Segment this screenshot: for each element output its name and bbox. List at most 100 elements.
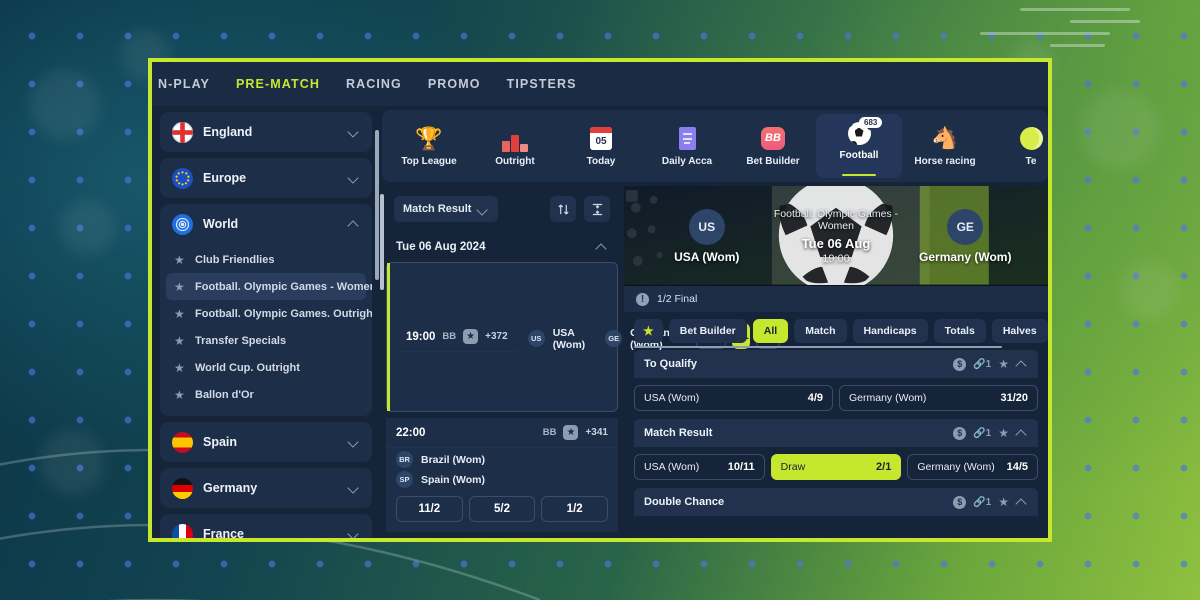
chevron-down-icon [348,436,360,448]
tab-halves[interactable]: Halves [991,319,1048,343]
topnav-item-pre-match[interactable]: PRE-MATCH [236,77,320,91]
odd-button-draw[interactable]: 5/2 [468,496,536,522]
league-item-world-cup-outright[interactable]: ★ World Cup. Outright [166,354,366,381]
odd-button-home[interactable]: 11/2 [396,496,463,522]
info-icon: ! [636,292,649,306]
banner-event-info: Football. Olympic Games - Women Tue 06 A… [762,208,911,265]
star-icon[interactable]: ★ [174,281,186,293]
tab-all[interactable]: All [752,319,789,343]
selection-button[interactable]: Germany (Wom) 31/20 [839,385,1038,411]
category-football[interactable]: 683 Football [816,114,902,178]
category-bet-builder[interactable]: BB Bet Builder [730,126,816,167]
star-icon[interactable]: ★ [174,335,186,347]
collapse-all-button[interactable] [584,196,610,222]
match-team-home: BR Brazil (Wom) [386,448,618,468]
region-header-world[interactable]: World [160,204,372,244]
tab-handicaps[interactable]: Handicaps [852,319,928,343]
market-filter-value: Match Result [403,203,472,215]
market-filter-dropdown[interactable]: Match Result [394,196,499,222]
match-list-scrollbar[interactable] [380,194,384,290]
market-header[interactable]: Match Result $ 🔗1 ★ [634,419,1038,447]
league-item-olympic-games-outright[interactable]: ★ Football. Olympic Games. Outright [166,300,372,327]
region-header-spain[interactable]: Spain [160,422,372,462]
league-item-ballon-dor[interactable]: ★ Ballon d'Or [166,381,366,408]
selection-button[interactable]: USA (Wom) 10/11 [634,454,765,480]
cashout-icon[interactable]: $ [953,426,967,440]
germany-flag-icon [172,477,193,499]
league-item-olympic-games-women[interactable]: ★ Football. Olympic Games - Women [166,273,372,300]
team-name: Brazil (Wom) [421,453,485,466]
date-group-header[interactable]: Tue 06 Aug 2024 [386,232,618,262]
region-label-spain: Spain [203,435,238,449]
cashout-icon[interactable]: $ [953,357,967,371]
odd-button-away[interactable]: 1/2 [541,496,609,522]
more-markets-count[interactable]: +341 [585,427,608,438]
region-header-france[interactable]: France [160,514,372,538]
chevron-up-icon[interactable] [1016,427,1028,439]
league-label: Ballon d'Or [195,388,254,401]
bet-builder-tag[interactable]: BB [543,427,557,438]
category-outright[interactable]: Outright [472,126,558,167]
link-icon[interactable]: 🔗1 [973,497,991,508]
league-item-transfer-specials[interactable]: ★ Transfer Specials [166,327,366,354]
league-item-club-friendlies[interactable]: ★ Club Friendlies [166,246,366,273]
selection-button[interactable]: USA (Wom) 4/9 [634,385,833,411]
event-time: 19:00 [822,252,850,265]
topnav-item-promo[interactable]: PROMO [428,77,481,91]
tennis-icon [988,126,1048,152]
region-header-europe[interactable]: Europe [160,158,372,198]
chevron-up-icon[interactable] [1016,358,1028,370]
tabs-scroll-indicator[interactable] [634,346,1002,348]
star-icon[interactable]: ★ [998,496,1009,508]
category-label: Te [1025,155,1037,167]
chevron-down-icon [477,204,489,214]
star-icon[interactable]: ★ [174,389,186,401]
favourite-star-icon[interactable]: ★ [563,425,579,440]
tab-bet-builder[interactable]: Bet Builder [668,319,747,343]
tab-totals[interactable]: Totals [933,319,986,343]
topnav-item-in-play[interactable]: N-PLAY [158,77,210,91]
match-card-usa-germany[interactable]: 19:00 BB ★ +372 US USA (Wom) GE Germany … [386,262,781,412]
category-today[interactable]: 05 Today [558,126,644,167]
link-icon[interactable]: 🔗1 [973,428,991,439]
selection-button-draw[interactable]: Draw 2/1 [770,454,902,480]
market-header[interactable]: Double Chance $ 🔗1 ★ [634,488,1038,516]
region-header-england[interactable]: England [160,112,372,152]
category-top-league[interactable]: 🏆 Top League [386,126,472,167]
category-tennis[interactable]: Te [988,126,1048,167]
category-horse-racing[interactable]: 🐴 Horse racing [902,126,988,167]
match-card-brazil-spain[interactable]: 22:00 BB ★ +341 BR Brazil (Wom) SP Spain… [386,418,618,532]
match-list-controls: Match Result [386,186,618,232]
link-count: 1 [985,496,992,508]
region-header-germany[interactable]: Germany [160,468,372,508]
selection-name: USA (Wom) [644,461,700,473]
star-icon[interactable]: ★ [174,254,186,266]
selection-name: Germany (Wom) [917,461,995,473]
europe-flag-icon [172,167,193,189]
link-icon[interactable]: 🔗1 [973,359,991,370]
topnav-item-racing[interactable]: RACING [346,77,402,91]
star-icon[interactable]: ★ [998,358,1009,370]
bet-builder-tag[interactable]: BB [442,331,456,342]
betting-app: N-PLAY PRE-MATCH RACING PROMO TIPSTERS E… [152,62,1048,538]
cashout-icon[interactable]: $ [953,495,967,509]
world-flag-icon [172,213,193,235]
tab-match[interactable]: Match [794,319,847,343]
region-label-england: England [203,125,253,139]
category-label: Outright [495,155,535,167]
favourite-star-icon[interactable]: ★ [463,329,479,344]
topnav-item-tipsters[interactable]: TIPSTERS [507,77,577,91]
event-stage-bar: ! 1/2 Final [624,286,1048,312]
match-team-away: SP Spain (Wom) [386,468,618,488]
sidebar-scrollbar[interactable] [375,130,379,280]
star-icon[interactable]: ★ [174,308,186,320]
category-label: Daily Acca [661,155,713,167]
sort-button[interactable] [550,196,576,222]
star-icon[interactable]: ★ [998,427,1009,439]
star-icon[interactable]: ★ [174,362,186,374]
tab-favourites[interactable]: ★ [634,319,663,343]
more-markets-count[interactable]: +372 [485,331,508,342]
category-daily-acca[interactable]: Daily Acca [644,126,730,167]
selection-button[interactable]: Germany (Wom) 14/5 [907,454,1039,480]
chevron-up-icon[interactable] [1016,496,1028,508]
